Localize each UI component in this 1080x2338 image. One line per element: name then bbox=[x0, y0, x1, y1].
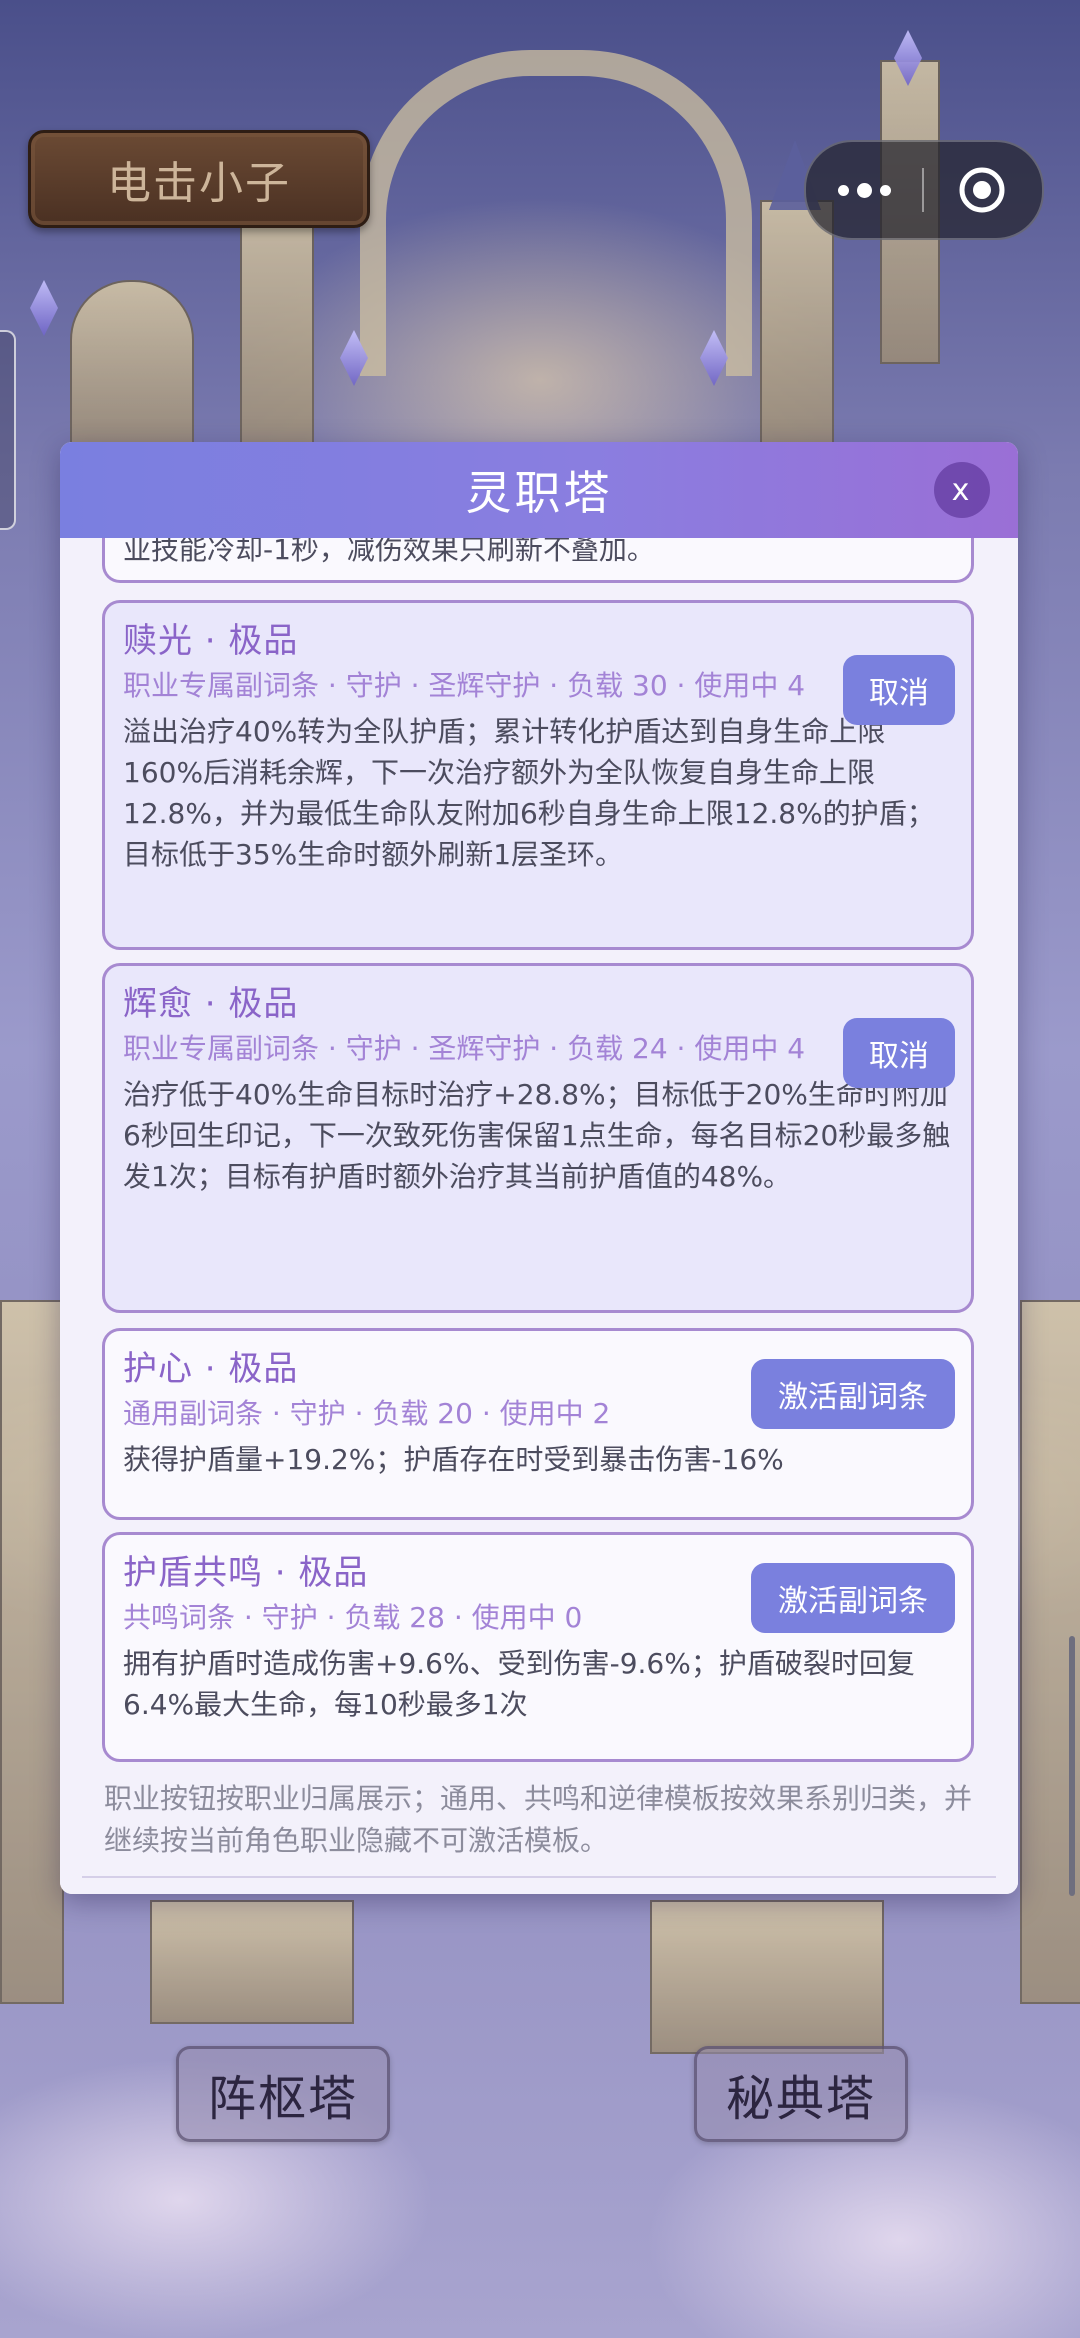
background-tower bbox=[240, 200, 314, 444]
activate-affix-button[interactable]: 激活副词条 bbox=[751, 1359, 955, 1429]
footer-divider bbox=[82, 1876, 996, 1878]
affix-title: 辉愈 · 极品 bbox=[123, 984, 299, 1024]
affix-description: 业技能冷却-1秒，减伤效果只刷新不叠加。 bbox=[123, 538, 655, 566]
affix-list[interactable]: 业技能冷却-1秒，减伤效果只刷新不叠加。 赎光 · 极品 职业专属副词条 · 守… bbox=[60, 538, 1018, 1894]
more-dot-icon bbox=[879, 184, 891, 196]
more-dot-icon bbox=[856, 182, 872, 198]
cancel-affix-button[interactable]: 取消 bbox=[843, 1018, 955, 1088]
background-wall bbox=[0, 1300, 64, 2004]
player-name-sign: 电击小子 bbox=[28, 130, 370, 228]
cancel-affix-button[interactable]: 取消 bbox=[843, 655, 955, 725]
tower-button-array-hub[interactable]: 阵枢塔 bbox=[176, 2046, 390, 2142]
tower-button-secret-codex[interactable]: 秘典塔 bbox=[694, 2046, 908, 2142]
affix-card: 护心 · 极品 通用副词条 · 守护 · 负载 20 · 使用中 2 获得护盾量… bbox=[102, 1328, 974, 1520]
side-drawer-handle[interactable] bbox=[0, 330, 16, 530]
affix-card: 赎光 · 极品 职业专属副词条 · 守护 · 圣辉守护 · 负载 30 · 使用… bbox=[102, 600, 974, 950]
scrollbar-thumb[interactable] bbox=[1069, 1636, 1075, 1896]
player-name: 电击小子 bbox=[107, 158, 291, 209]
close-button[interactable]: x bbox=[934, 462, 990, 518]
background-mirror-frame bbox=[70, 280, 194, 444]
affix-description: 拥有护盾时造成伤害+9.6%、受到伤害-9.6%；护盾破裂时回复6.4%最大生命… bbox=[123, 1647, 915, 1721]
tower-button-label: 秘典塔 bbox=[725, 2071, 876, 2127]
affix-description: 溢出治疗40%转为全队护盾；累计转化护盾达到自身生命上限160%后消耗余辉，下一… bbox=[123, 715, 935, 871]
target-circle-icon bbox=[959, 167, 1005, 213]
modal-header: 灵职塔 x bbox=[60, 442, 1018, 538]
affix-card: 辉愈 · 极品 职业专属副词条 · 守护 · 圣辉守护 · 负载 24 · 使用… bbox=[102, 963, 974, 1313]
close-icon: x bbox=[951, 472, 973, 508]
activate-affix-button[interactable]: 激活副词条 bbox=[751, 1563, 955, 1633]
affix-card-partial: 业技能冷却-1秒，减伤效果只刷新不叠加。 bbox=[102, 538, 974, 583]
affix-description: 治疗低于40%生命目标时治疗+28.8%；目标低于20%生命时附加6秒回生印记，… bbox=[123, 1078, 951, 1193]
affix-card: 护盾共鸣 · 极品 共鸣词条 · 守护 · 负载 28 · 使用中 0 拥有护盾… bbox=[102, 1532, 974, 1762]
background-arch bbox=[360, 50, 752, 376]
more-dot-icon bbox=[837, 184, 849, 196]
affix-meta: 职业专属副词条 · 守护 · 圣辉守护 · 负载 30 · 使用中 4 bbox=[123, 669, 806, 702]
close-miniprogram-button[interactable] bbox=[924, 142, 1040, 238]
background-building bbox=[150, 1900, 354, 2024]
more-menu-button[interactable] bbox=[806, 142, 922, 238]
background-building bbox=[650, 1900, 884, 2054]
affix-title: 赎光 · 极品 bbox=[123, 621, 299, 661]
miniprogram-capsule bbox=[804, 140, 1044, 240]
modal-title: 灵职塔 bbox=[465, 466, 613, 520]
background-crystal bbox=[30, 280, 58, 336]
footer-note: 职业按钮按职业归属展示；通用、共鸣和逆律模板按效果系别归类，并继续按当前角色职业… bbox=[104, 1782, 973, 1857]
spirit-tower-modal: 灵职塔 x 业技能冷却-1秒，减伤效果只刷新不叠加。 赎光 · 极品 职业专属副… bbox=[60, 442, 1018, 1894]
affix-description: 获得护盾量+19.2%；护盾存在时受到暴击伤害-16% bbox=[123, 1443, 784, 1476]
affix-meta: 职业专属副词条 · 守护 · 圣辉守护 · 负载 24 · 使用中 4 bbox=[123, 1032, 806, 1065]
tower-button-label: 阵枢塔 bbox=[207, 2071, 358, 2127]
